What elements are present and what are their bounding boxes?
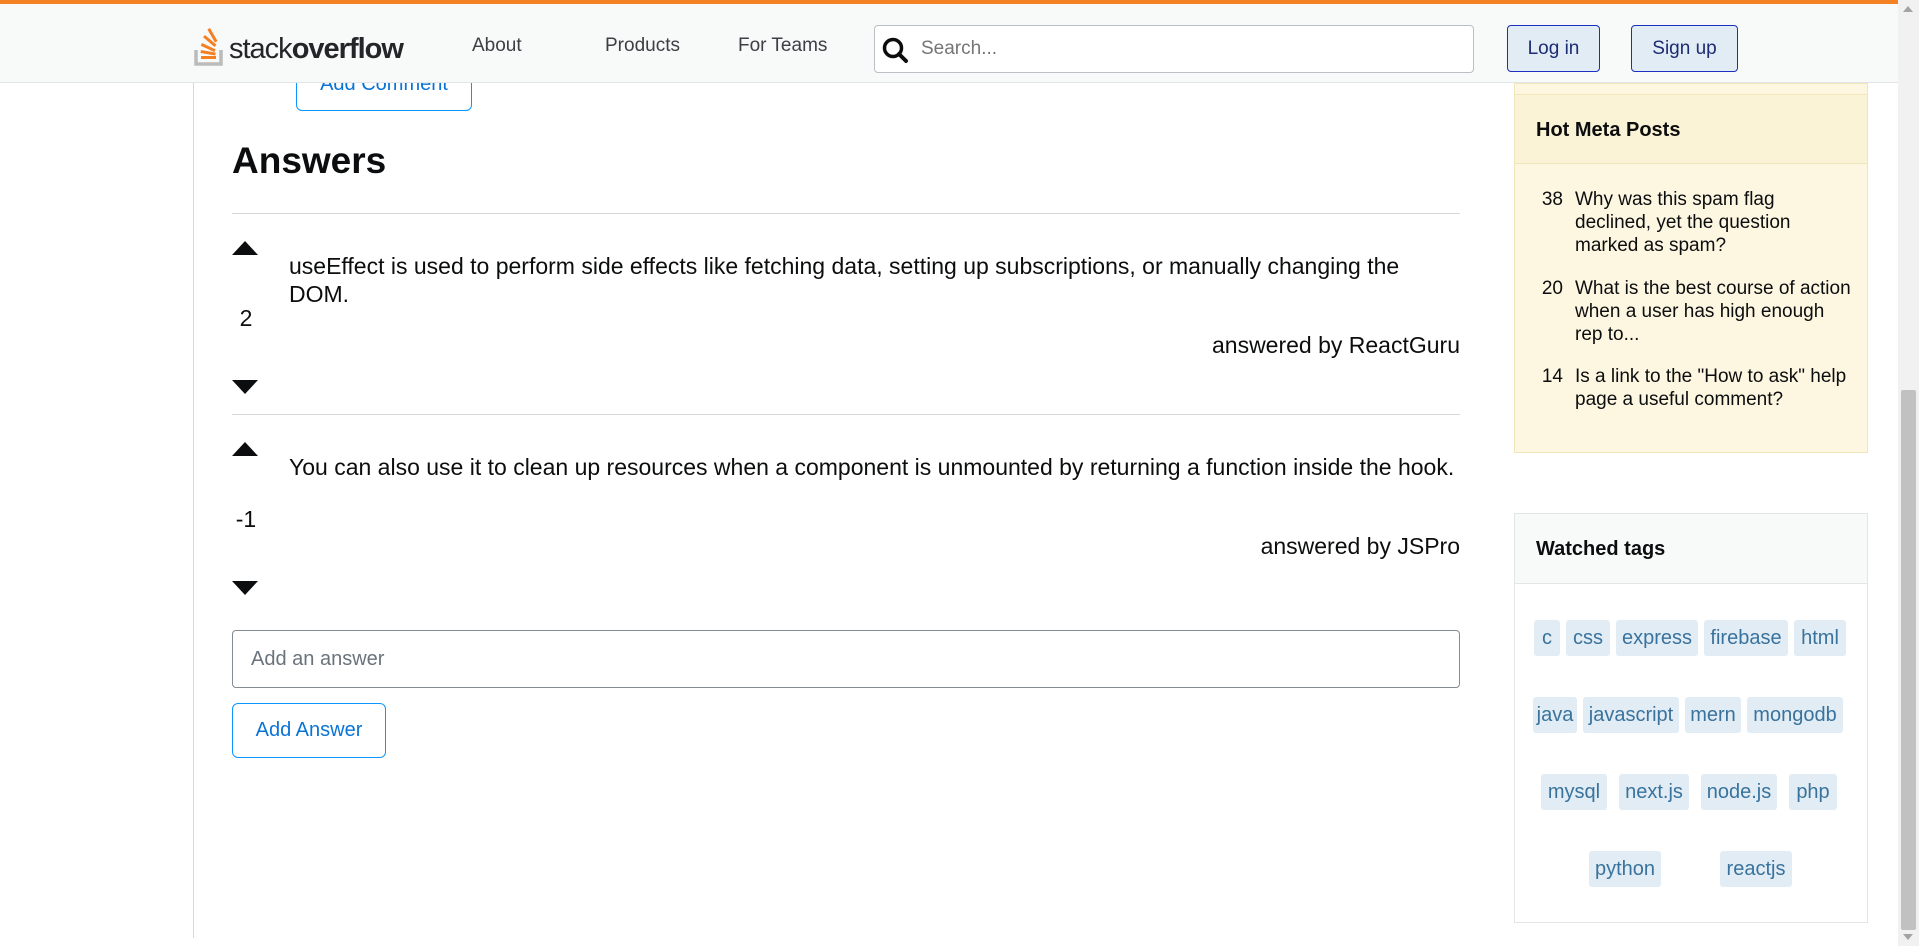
nav-products[interactable]: Products: [605, 35, 680, 57]
downvote-icon[interactable]: [232, 581, 258, 595]
meta-post-link[interactable]: Why was this spam flag declined, yet the…: [1575, 188, 1855, 257]
scroll-up-icon[interactable]: [1903, 6, 1913, 12]
tag-php[interactable]: php: [1789, 774, 1837, 810]
answer-body: You can also use it to clean up resource…: [289, 454, 1455, 480]
page-scrollbar[interactable]: [1898, 0, 1919, 946]
tag-reactjs[interactable]: reactjs: [1720, 851, 1792, 887]
answer-input[interactable]: [232, 630, 1460, 688]
answer-body: useEffect is used to perform side effect…: [289, 253, 1400, 307]
logo-wordmark: stackoverflow: [229, 33, 404, 65]
meta-post-item[interactable]: 20 What is the best course of action whe…: [1535, 277, 1855, 346]
watched-tags-panel: Watched tags c css express firebase html…: [1514, 513, 1868, 923]
upvote-icon[interactable]: [232, 442, 258, 456]
downvote-icon[interactable]: [232, 380, 258, 394]
search-icon: [882, 37, 908, 63]
nav-about[interactable]: About: [472, 35, 522, 57]
upvote-icon[interactable]: [232, 241, 258, 255]
meta-post-count: 20: [1541, 278, 1563, 299]
vote-count: 2: [239, 305, 253, 331]
tag-css[interactable]: css: [1566, 620, 1610, 656]
tag-firebase[interactable]: firebase: [1704, 620, 1788, 656]
tag-html[interactable]: html: [1794, 620, 1846, 656]
answer-author: answered by JSPro: [1260, 533, 1460, 559]
left-divider: [193, 83, 194, 938]
nav-for-teams[interactable]: For Teams: [738, 35, 827, 57]
add-answer-button[interactable]: Add Answer: [232, 703, 386, 758]
tag-python[interactable]: python: [1589, 851, 1661, 887]
tag-nodejs[interactable]: node.js: [1701, 774, 1777, 810]
tag-mern[interactable]: mern: [1685, 697, 1741, 733]
answers-heading: Answers: [232, 140, 387, 181]
tag-java[interactable]: java: [1533, 697, 1577, 733]
top-bar: stackoverflow About Products For Teams L…: [0, 0, 1898, 83]
meta-post-link[interactable]: What is the best course of action when a…: [1575, 277, 1855, 346]
search-box[interactable]: [874, 25, 1474, 73]
meta-post-link[interactable]: Is a link to the "How to ask" help page …: [1575, 365, 1855, 411]
scrollbar-thumb[interactable]: [1901, 390, 1916, 930]
hot-meta-posts-panel: Hot Meta Posts 38 Why was this spam flag…: [1514, 83, 1868, 453]
divider: [232, 213, 1460, 214]
search-input[interactable]: [921, 34, 1461, 64]
tag-mongodb[interactable]: mongodb: [1747, 697, 1843, 733]
meta-post-item[interactable]: 38 Why was this spam flag declined, yet …: [1535, 188, 1855, 257]
tag-mysql[interactable]: mysql: [1541, 774, 1607, 810]
tag-express[interactable]: express: [1616, 620, 1698, 656]
vote-count: -1: [235, 506, 257, 532]
stackoverflow-logo[interactable]: stackoverflow: [193, 22, 404, 66]
tag-nextjs[interactable]: next.js: [1619, 774, 1689, 810]
stackoverflow-logo-icon: [193, 22, 227, 66]
divider: [232, 414, 1460, 415]
meta-post-count: 38: [1541, 189, 1563, 210]
meta-post-item[interactable]: 14 Is a link to the "How to ask" help pa…: [1535, 365, 1855, 411]
login-button[interactable]: Log in: [1507, 25, 1600, 72]
watched-tags-title: Watched tags: [1515, 514, 1867, 584]
scroll-down-icon[interactable]: [1903, 934, 1913, 940]
tag-javascript[interactable]: javascript: [1583, 697, 1679, 733]
meta-post-count: 14: [1541, 366, 1563, 387]
hot-meta-posts-title: Hot Meta Posts: [1515, 94, 1867, 164]
answer-author: answered by ReactGuru: [1211, 332, 1460, 358]
tag-c[interactable]: c: [1534, 620, 1560, 656]
signup-button[interactable]: Sign up: [1631, 25, 1738, 72]
